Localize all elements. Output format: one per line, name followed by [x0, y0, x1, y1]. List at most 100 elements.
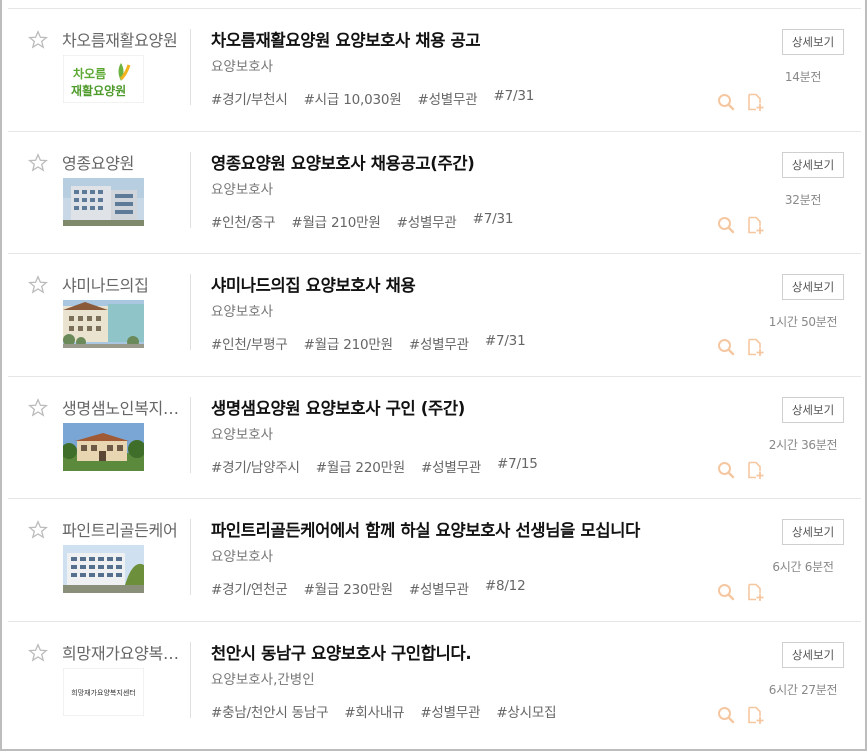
tag-list: #경기/연천군 #월급 230만원 #성별무관 #8/12 [211, 578, 526, 598]
job-type: 요양보호사 [211, 426, 274, 443]
search-icon[interactable] [716, 705, 736, 725]
company-logo: 차오름 재활요양원 [63, 55, 144, 103]
detail-button[interactable]: 상세보기 [782, 274, 844, 300]
company-photo [63, 545, 144, 593]
search-icon[interactable] [716, 337, 736, 357]
divider [190, 274, 191, 350]
job-title[interactable]: 영종요양원 요양보호사 채용공고(주간) [211, 150, 691, 174]
job-type: 요양보호사 [211, 304, 274, 320]
company-name[interactable]: 희망재가요양복지센터 [62, 640, 184, 664]
add-document-icon[interactable] [745, 705, 765, 725]
posted-time: 1시간 50분전 [768, 315, 838, 329]
list-item[interactable]: 샤미나드의집 샤미나드의집 요양보호사 채용 요양보호사 #인천/부평구 #월급… [8, 253, 861, 376]
divider [190, 519, 191, 595]
job-list: 차오름재활요양원 차오름 재활요양원 차오름재활요양원 요양보호사 채용 공고 … [8, 8, 861, 743]
job-title[interactable]: 샤미나드의집 요양보호사 채용 [211, 272, 691, 296]
star-icon[interactable] [28, 152, 48, 173]
job-type: 요양보호사 [211, 181, 274, 198]
tag-list: #인천/부평구 #월급 210만원 #성별무관 #7/31 [211, 333, 526, 353]
tag-region: #경기/부천시 [211, 92, 288, 108]
job-type: 요양보호사 [211, 549, 274, 565]
posted-time: 14분전 [784, 70, 822, 84]
detail-button[interactable]: 상세보기 [782, 641, 844, 668]
add-document-icon[interactable] [745, 460, 765, 480]
add-document-icon[interactable] [745, 92, 765, 112]
tag-region: #경기/남양주시 [211, 459, 300, 476]
star-icon[interactable] [28, 30, 48, 50]
posted-time: 2시간 36분전 [768, 437, 838, 452]
tag-list: #경기/남양주시 #월급 220만원 #성별무관 #7/15 [211, 456, 538, 476]
tag-region: #경기/연천군 [211, 582, 288, 598]
star-icon[interactable] [28, 520, 48, 540]
search-icon[interactable] [716, 215, 736, 235]
tag-deadline: #상시모집 [496, 704, 557, 721]
tag-gender: #성별무관 [420, 704, 481, 721]
tag-pay: #월급 210만원 [303, 337, 393, 353]
tag-list: #충남/천안시 동남구 #회사내규 #성별무관 #상시모집 [211, 701, 557, 721]
detail-button[interactable]: 상세보기 [782, 396, 844, 423]
divider [190, 151, 191, 228]
company-name[interactable]: 생명샘노인복지센터 [62, 395, 184, 419]
tag-list: #경기/부천시 #시급 10,030원 #성별무관 #7/31 [211, 88, 534, 108]
list-item[interactable]: 영종요양원 영종요양원 요양보호사 채용공고(주간) 요양보호사 #인천/중구 … [8, 130, 861, 254]
tag-gender: #성별무관 [417, 92, 478, 108]
add-document-icon[interactable] [745, 337, 765, 357]
search-icon[interactable] [716, 582, 736, 602]
divider [190, 641, 191, 718]
tag-deadline: #7/31 [484, 333, 526, 349]
tag-pay: #월급 210만원 [291, 214, 381, 231]
detail-button[interactable]: 상세보기 [782, 519, 844, 545]
company-logo: 희망재가요양복지센터 [63, 667, 144, 716]
posted-time: 6시간 6분전 [772, 560, 834, 574]
job-title[interactable]: 생명샘요양원 요양보호사 구인 (주간) [211, 395, 691, 419]
job-title[interactable]: 파인트리골든케어에서 함께 하실 요양보호사 선생님을 모십니다 [211, 517, 666, 541]
tag-deadline: #7/15 [497, 455, 538, 472]
search-icon[interactable] [716, 460, 736, 480]
company-photo [63, 422, 144, 471]
add-document-icon[interactable] [745, 582, 765, 602]
logo-text-line1: 차오름 [73, 66, 106, 81]
job-type: 요양보호사,간병인 [211, 671, 315, 688]
job-title[interactable]: 천안시 동남구 요양보호사 구인합니다. [211, 640, 691, 664]
tag-region: #인천/중구 [211, 214, 276, 231]
tag-gender: #성별무관 [396, 214, 457, 231]
detail-button[interactable]: 상세보기 [782, 151, 844, 178]
list-item[interactable]: 생명샘노인복지센터 생명샘요양원 요양보호사 구인 (주간) 요양보호사 #경기… [8, 375, 861, 499]
company-name[interactable]: 차오름재활요양원 [62, 27, 184, 51]
tag-deadline: #7/31 [493, 88, 535, 104]
company-photo [63, 177, 144, 226]
logo-text-line2: 재활요양원 [71, 83, 126, 98]
job-listing-panel: 차오름재활요양원 차오름 재활요양원 차오름재활요양원 요양보호사 채용 공고 … [0, 0, 867, 751]
star-icon[interactable] [28, 397, 48, 418]
job-title[interactable]: 차오름재활요양원 요양보호사 채용 공고 [211, 27, 691, 51]
search-icon[interactable] [716, 92, 736, 112]
star-icon[interactable] [28, 642, 48, 663]
tag-gender: #성별무관 [408, 582, 469, 598]
logo-text: 희망재가요양복지센터 [71, 688, 135, 697]
job-type: 요양보호사 [211, 59, 274, 75]
company-photo [63, 300, 144, 348]
company-name[interactable]: 파인트리골든케어 [62, 517, 184, 541]
list-item[interactable]: 차오름재활요양원 차오름 재활요양원 차오름재활요양원 요양보호사 채용 공고 … [8, 8, 861, 131]
tag-deadline: #7/31 [472, 210, 514, 227]
tag-pay: #회사내규 [344, 704, 405, 721]
add-document-icon[interactable] [745, 215, 765, 235]
posted-time: 6시간 27분전 [768, 682, 838, 697]
list-item[interactable]: 파인트리골든케어 파인트리골든케어에서 함께 하실 요양보호사 선생님을 모십니… [8, 498, 861, 621]
list-item[interactable]: 희망재가요양복지센터 희망재가요양복지센터 천안시 동남구 요양보호사 구인합니… [8, 620, 861, 744]
divider [190, 29, 191, 105]
tag-pay: #월급 230만원 [303, 582, 393, 598]
tag-list: #인천/중구 #월급 210만원 #성별무관 #7/31 [211, 211, 513, 231]
company-name[interactable]: 영종요양원 [62, 150, 184, 174]
tag-region: #인천/부평구 [211, 337, 288, 353]
tag-pay: #월급 220만원 [315, 459, 406, 476]
detail-button[interactable]: 상세보기 [782, 29, 844, 55]
tag-region: #충남/천안시 동남구 [211, 704, 329, 721]
tag-gender: #성별무관 [408, 337, 469, 353]
divider [190, 396, 191, 473]
star-icon[interactable] [28, 275, 48, 295]
posted-time: 32분전 [784, 192, 822, 207]
company-name[interactable]: 샤미나드의집 [62, 272, 184, 296]
tag-pay: #시급 10,030원 [303, 92, 402, 108]
tag-deadline: #8/12 [484, 578, 526, 594]
